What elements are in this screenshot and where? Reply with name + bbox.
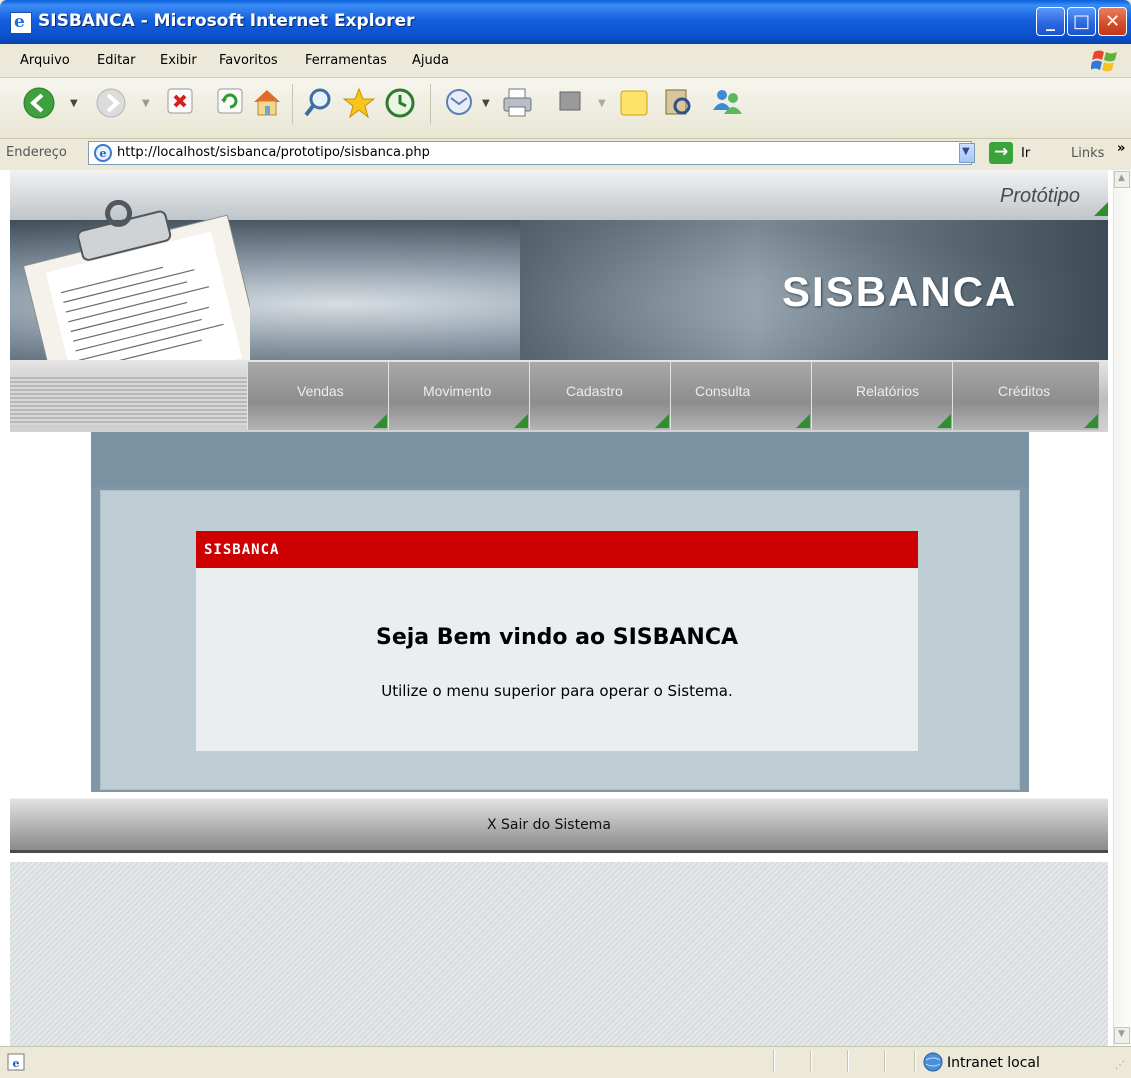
ie-icon: e [10,12,32,34]
nav-label-consulta[interactable]: Consulta [695,383,750,399]
forward-dropdown-icon[interactable]: ▼ [142,98,150,109]
nav-label-vendas[interactable]: Vendas [297,383,344,399]
banner-tagline: Protótipo [1000,185,1081,207]
welcome-title: Seja Bem vindo ao SISBANCA [375,625,739,650]
maximize-button[interactable]: □ [1067,7,1096,36]
research-icon[interactable] [660,86,696,120]
back-dropdown-icon[interactable]: ▼ [70,98,78,109]
close-button[interactable]: ✕ [1098,7,1127,36]
links-button[interactable]: Links [1071,146,1104,161]
mail-icon[interactable] [443,86,479,118]
svg-text:e: e [13,1057,20,1070]
print-icon[interactable] [500,86,536,118]
window-titlebar: e SISBANCA - Microsoft Internet Explorer [0,0,1131,44]
menu-exibir[interactable]: Exibir [160,53,197,68]
svg-text:e: e [100,147,107,160]
address-dropdown-icon[interactable]: ▼ [959,143,975,163]
menu-editar[interactable]: Editar [97,53,136,68]
nav-label-movimento[interactable]: Movimento [423,383,491,399]
menu-ferramentas[interactable]: Ferramentas [305,53,387,68]
corner-arrow-icon [655,414,669,428]
go-button-label[interactable]: Ir [1021,146,1030,161]
intranet-zone-icon [923,1052,943,1072]
minimize-button[interactable]: _ [1036,7,1065,36]
corner-arrow-icon [1084,414,1098,428]
corner-arrow-icon [514,414,528,428]
status-separator [884,1050,885,1072]
status-separator [773,1050,774,1072]
status-separator [914,1050,915,1072]
chevron-right-icon[interactable]: » [1117,141,1125,156]
footer-divider [10,850,1108,853]
refresh-icon[interactable] [215,86,245,116]
scroll-up-icon[interactable]: ▲ [1114,171,1130,188]
forward-icon[interactable] [94,86,128,120]
scroll-down-icon[interactable]: ▼ [1114,1027,1130,1044]
corner-arrow-icon [1094,202,1108,216]
page-background-pattern [10,862,1108,1046]
clipboard-illustration [22,199,250,380]
home-icon[interactable] [250,86,284,118]
card-header [196,531,918,568]
logout-link[interactable]: X Sair do Sistema [487,817,611,833]
history-icon[interactable] [383,86,417,120]
status-separator [847,1050,848,1072]
messenger-icon[interactable] [708,86,748,120]
welcome-message: Utilize o menu superior para operar o Si… [381,682,733,700]
status-separator [810,1050,811,1072]
edit-icon[interactable] [556,86,584,116]
menu-favoritos[interactable]: Favoritos [219,53,278,68]
mail-dropdown-icon[interactable]: ▼ [482,98,490,109]
stop-icon[interactable] [165,86,195,116]
favorites-icon[interactable] [342,86,376,120]
edit-dropdown-icon[interactable]: ▼ [598,98,606,109]
toolbar-divider [292,84,293,124]
security-zone-label: Intranet local [947,1055,1040,1071]
discuss-icon[interactable] [617,86,651,120]
brand-title: SISBANCA [782,268,1018,315]
menu-arquivo[interactable]: Arquivo [20,53,70,68]
nav-label-creditos[interactable]: Créditos [998,383,1050,399]
menu-ajuda[interactable]: Ajuda [412,53,449,68]
nav-label-cadastro[interactable]: Cadastro [566,383,623,399]
search-icon[interactable] [302,86,336,120]
nav-label-relatorios[interactable]: Relatórios [856,383,919,399]
page-status-icon: e [7,1053,25,1071]
corner-arrow-icon [796,414,810,428]
go-arrow-icon[interactable]: → [989,142,1013,164]
resize-grip-icon[interactable]: ⋰ [1115,1060,1125,1071]
content-header [91,432,1029,487]
window-title: SISBANCA - Microsoft Internet Explorer [38,11,415,31]
corner-arrow-icon [937,414,951,428]
vertical-scrollbar[interactable] [1113,170,1131,1046]
toolbar-divider [430,84,431,124]
corner-arrow-icon [373,414,387,428]
address-label: Endereço [6,145,67,160]
address-url[interactable]: http://localhost/sisbanca/prototipo/sisb… [117,145,430,160]
card-header-label: SISBANCA [204,542,280,558]
windows-logo-icon [1091,50,1117,72]
back-icon[interactable] [22,86,56,120]
page-icon: e [94,144,112,162]
